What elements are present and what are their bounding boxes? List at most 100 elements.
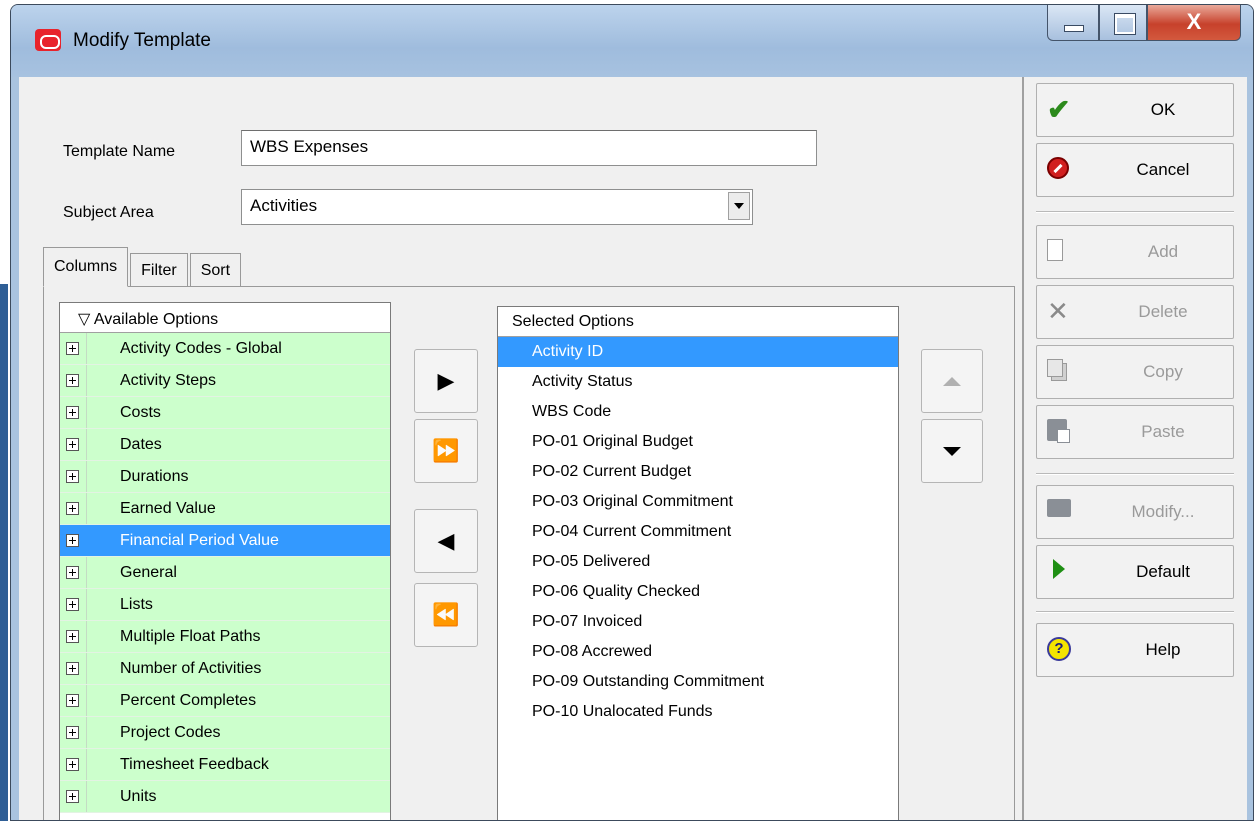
list-item[interactable]: Units	[60, 781, 390, 813]
move-up-button[interactable]	[921, 349, 983, 413]
window-edge	[0, 284, 8, 821]
list-item[interactable]: WBS Code	[498, 397, 898, 427]
title-bar[interactable]: Modify Template X	[11, 5, 1253, 77]
list-item-selected[interactable]: Financial Period Value	[60, 525, 390, 557]
expand-plus-icon[interactable]	[66, 566, 79, 579]
expand-plus-icon[interactable]	[66, 790, 79, 803]
chevron-down-icon	[734, 203, 744, 209]
list-item[interactable]: PO-02 Current Budget	[498, 457, 898, 487]
close-button[interactable]: X	[1147, 5, 1241, 41]
oracle-app-icon	[35, 29, 61, 51]
expand-plus-icon[interactable]	[66, 662, 79, 675]
cancel-button-label: Cancel	[1136, 160, 1190, 179]
list-item[interactable]: Costs	[60, 397, 390, 429]
remove-selected-button[interactable]: ◀	[414, 509, 478, 573]
expand-plus-icon[interactable]	[66, 438, 79, 451]
list-item[interactable]: PO-01 Original Budget	[498, 427, 898, 457]
remove-all-button[interactable]: ⏪	[414, 583, 478, 647]
expand-plus-icon[interactable]	[66, 694, 79, 707]
expand-plus-icon[interactable]	[66, 342, 79, 355]
list-item[interactable]: Percent Completes	[60, 685, 390, 717]
selected-options-header[interactable]: Selected Options	[498, 307, 898, 337]
list-item-label: Project Codes	[120, 723, 221, 741]
list-item-label: Activity Codes - Global	[120, 339, 282, 357]
list-item[interactable]: PO-04 Current Commitment	[498, 517, 898, 547]
default-button-label: Default	[1136, 562, 1190, 581]
list-item[interactable]: PO-06 Quality Checked	[498, 577, 898, 607]
list-item-label: Costs	[120, 403, 161, 421]
maximize-button[interactable]	[1099, 5, 1147, 41]
list-item[interactable]: Earned Value	[60, 493, 390, 525]
help-button[interactable]: ? Help	[1036, 623, 1234, 677]
list-item[interactable]: PO-08 Accrewed	[498, 637, 898, 667]
list-item[interactable]: Activity Status	[498, 367, 898, 397]
x-icon: ✕	[1047, 296, 1069, 326]
tab-strip: Columns Filter Sort	[43, 247, 243, 287]
list-item[interactable]: PO-05 Delivered	[498, 547, 898, 577]
minimize-button[interactable]	[1047, 5, 1099, 41]
add-selected-button[interactable]: ▶	[414, 349, 478, 413]
tab-filter[interactable]: Filter	[130, 253, 188, 287]
list-item[interactable]: Timesheet Feedback	[60, 749, 390, 781]
selected-options-list[interactable]: Selected Options Activity ID Activity St…	[497, 306, 899, 820]
add-button[interactable]: Add	[1036, 225, 1234, 279]
cancel-button[interactable]: Cancel	[1036, 143, 1234, 197]
dropdown-arrow-button[interactable]	[728, 192, 750, 220]
add-all-button[interactable]: ⏩	[414, 419, 478, 483]
list-item[interactable]: Number of Activities	[60, 653, 390, 685]
tab-sort[interactable]: Sort	[189, 253, 242, 287]
list-item-label: Dates	[120, 435, 162, 453]
expand-plus-icon[interactable]	[66, 758, 79, 771]
window-controls: X	[1047, 5, 1241, 41]
expand-plus-icon[interactable]	[66, 470, 79, 483]
modify-template-window: Modify Template X Template Name WBS Expe…	[10, 4, 1254, 821]
expand-plus-icon[interactable]	[66, 630, 79, 643]
paste-icon	[1047, 419, 1073, 445]
collapse-triangle-icon: ▽	[78, 311, 91, 328]
copy-button[interactable]: Copy	[1036, 345, 1234, 399]
list-item[interactable]: PO-03 Original Commitment	[498, 487, 898, 517]
list-item-selected[interactable]: Activity ID	[498, 337, 898, 367]
available-options-list[interactable]: ▽ Available Options Activity Codes - Glo…	[59, 302, 391, 820]
list-item[interactable]: Durations	[60, 461, 390, 493]
tab-columns[interactable]: Columns	[43, 247, 129, 287]
list-item[interactable]: PO-09 Outstanding Commitment	[498, 667, 898, 697]
available-options-title: Available Options	[93, 311, 219, 328]
template-name-label: Template Name	[63, 143, 176, 160]
paste-button[interactable]: Paste	[1036, 405, 1234, 459]
list-item-label: Units	[120, 787, 157, 805]
copy-button-label: Copy	[1143, 362, 1183, 381]
expand-plus-icon[interactable]	[66, 726, 79, 739]
list-item[interactable]: Project Codes	[60, 717, 390, 749]
separator	[1036, 611, 1234, 613]
list-item[interactable]: General	[60, 557, 390, 589]
expand-plus-icon[interactable]	[66, 502, 79, 515]
list-item[interactable]: Multiple Float Paths	[60, 621, 390, 653]
default-button[interactable]: Default	[1036, 545, 1234, 599]
monitor-icon	[1047, 499, 1073, 525]
list-item-label: Financial Period Value	[120, 531, 279, 549]
template-name-input[interactable]: WBS Expenses	[241, 130, 817, 166]
expand-plus-icon[interactable]	[66, 374, 79, 387]
list-item[interactable]: PO-10 Unalocated Funds	[498, 697, 898, 727]
list-item[interactable]: Activity Steps	[60, 365, 390, 397]
move-down-button[interactable]	[921, 419, 983, 483]
expand-plus-icon[interactable]	[66, 406, 79, 419]
delete-button-label: Delete	[1138, 302, 1188, 321]
subject-area-select[interactable]: Activities	[241, 189, 753, 225]
list-item[interactable]: PO-07 Invoiced	[498, 607, 898, 637]
ok-button[interactable]: ✔ OK	[1036, 83, 1234, 137]
list-item[interactable]: Dates	[60, 429, 390, 461]
list-item[interactable]: Lists	[60, 589, 390, 621]
list-item-label: Activity Steps	[120, 371, 217, 389]
available-options-header[interactable]: ▽ Available Options	[60, 303, 390, 333]
help-icon: ?	[1047, 637, 1073, 663]
expand-plus-icon[interactable]	[66, 598, 79, 611]
modify-button[interactable]: Modify...	[1036, 485, 1234, 539]
stop-icon	[1047, 157, 1073, 183]
delete-button[interactable]: ✕ Delete	[1036, 285, 1234, 339]
list-item-label: Earned Value	[120, 499, 216, 517]
help-button-label: Help	[1145, 640, 1181, 659]
list-item[interactable]: Activity Codes - Global	[60, 333, 390, 365]
expand-plus-icon[interactable]	[66, 534, 79, 547]
